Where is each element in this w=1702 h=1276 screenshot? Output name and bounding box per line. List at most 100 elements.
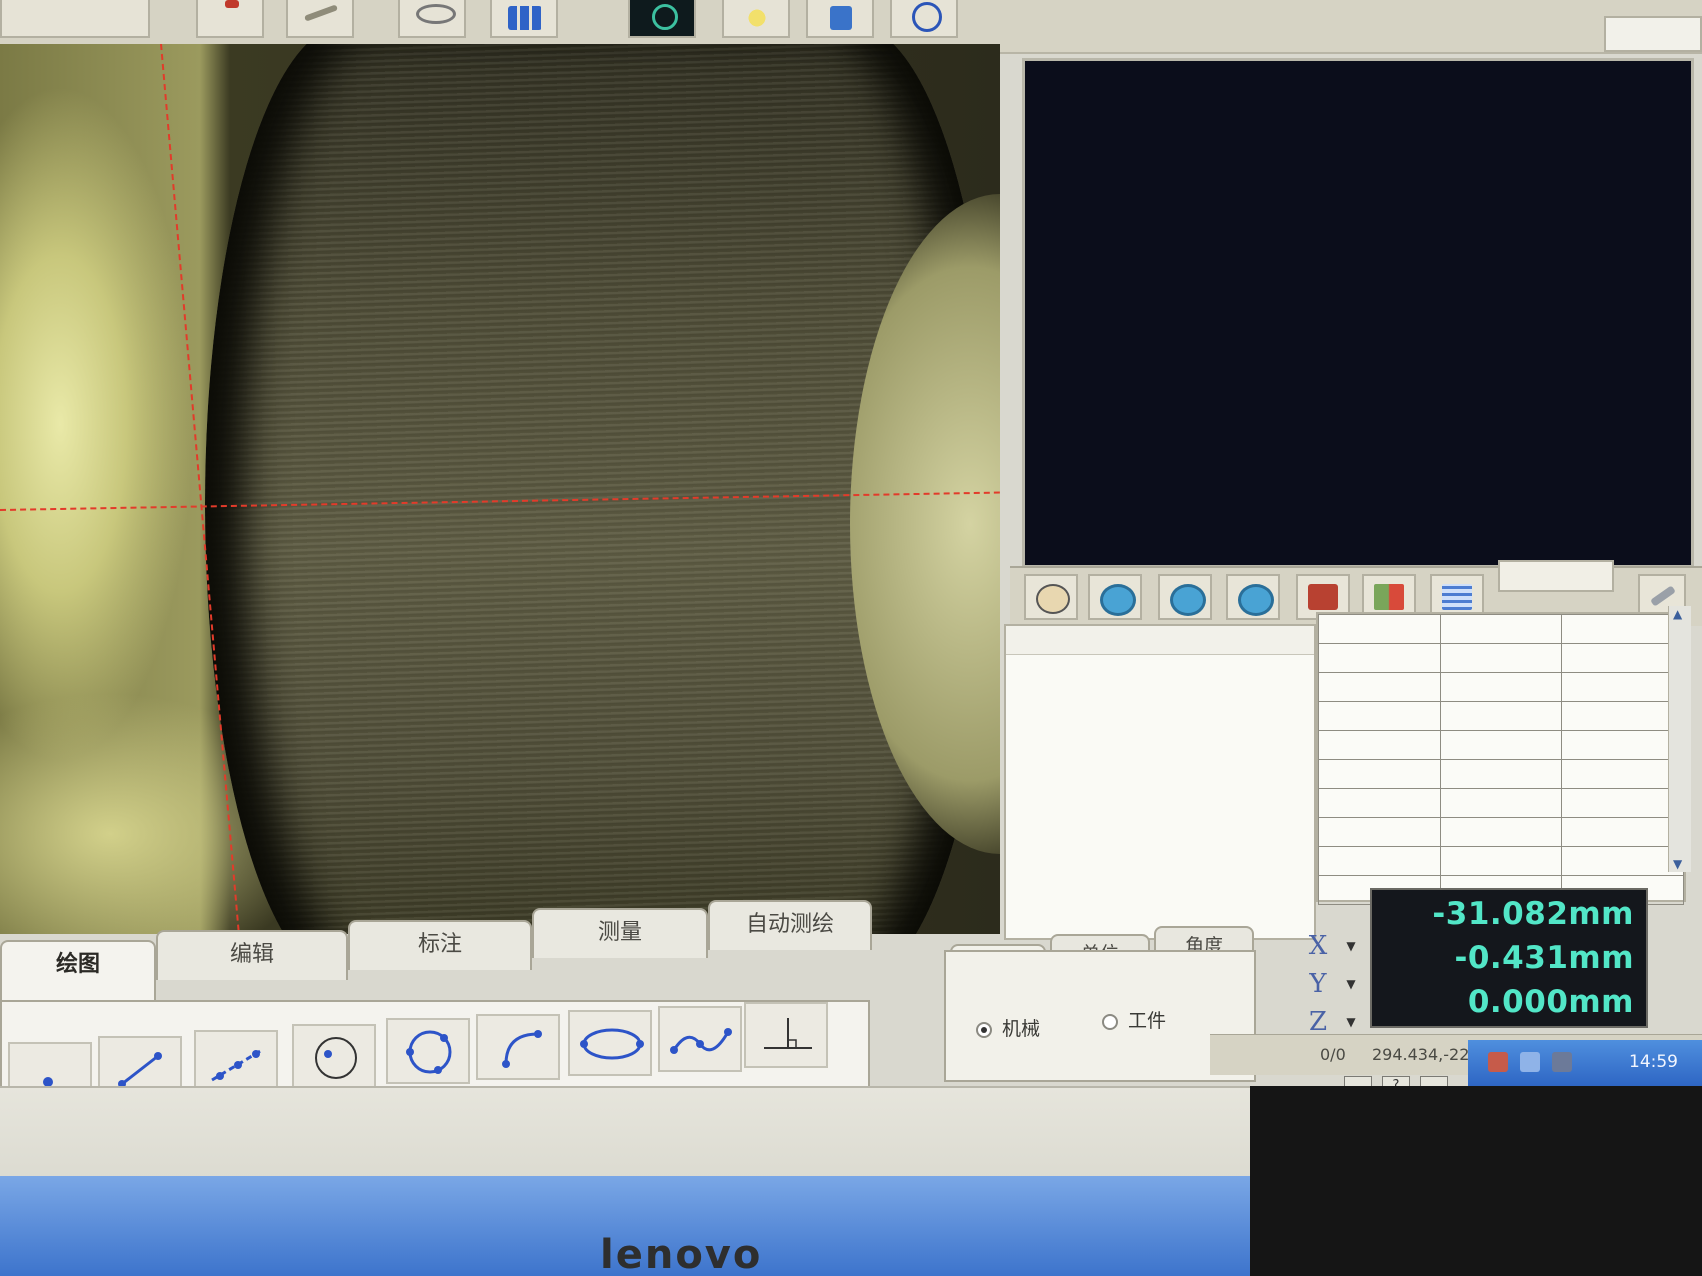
status-count: 0/0 (1320, 1045, 1346, 1064)
table-cell[interactable] (1439, 643, 1563, 673)
grid-view-button[interactable] (490, 0, 558, 38)
table-cell[interactable] (1439, 817, 1563, 847)
hand-pan-button[interactable] (1024, 574, 1078, 620)
table-cell[interactable] (1561, 643, 1684, 673)
hand-pan-icon (1036, 584, 1070, 614)
drawing-tabs: 绘图 编辑 标注 测量 自动测绘 (0, 900, 880, 1004)
axis-x-dropdown-icon[interactable]: ▼ (1344, 928, 1358, 964)
table-row[interactable] (1318, 846, 1684, 876)
table-cell[interactable] (1439, 846, 1563, 876)
radio-workpiece-dot[interactable] (1102, 1013, 1118, 1030)
readout-x-value: -31.082mm (1432, 896, 1634, 932)
table-cell[interactable] (1318, 614, 1441, 644)
camera-view[interactable] (0, 44, 1000, 934)
table-cell[interactable] (1561, 614, 1684, 644)
table-cell[interactable] (1318, 701, 1441, 731)
tool-red-icon (225, 0, 239, 8)
radio-machine-dot[interactable] (976, 1021, 992, 1038)
camera-capture-button[interactable] (628, 0, 696, 38)
network-icon[interactable] (1488, 1052, 1508, 1072)
ellipse-tool-button[interactable] (568, 1010, 652, 1076)
table-cell[interactable] (1318, 759, 1441, 789)
table-row[interactable] (1318, 788, 1684, 818)
perpendicular-tool-icon (764, 1018, 812, 1049)
table-cell[interactable] (1439, 730, 1563, 760)
volume-icon[interactable] (1552, 1052, 1572, 1072)
table-cell[interactable] (1439, 701, 1563, 731)
table-cell[interactable] (1561, 759, 1684, 789)
arc-tool-button[interactable] (476, 1014, 560, 1080)
table-cell[interactable] (1318, 643, 1441, 673)
tray-app-icon[interactable] (1520, 1052, 1540, 1072)
pen-tool-icon (303, 4, 339, 22)
table-cell[interactable] (1561, 672, 1684, 702)
radio-machine[interactable]: 机械 (976, 1014, 1040, 1041)
tool-red-button[interactable] (196, 0, 264, 38)
book-icon (1308, 584, 1338, 610)
table-cell[interactable] (1318, 672, 1441, 702)
table-cell[interactable] (1318, 788, 1441, 818)
cylinder-button[interactable] (398, 0, 466, 38)
table-cell[interactable] (1318, 846, 1441, 876)
camera-capture-icon (652, 4, 678, 30)
radio-workpiece[interactable]: 工件 (1102, 1006, 1166, 1033)
results-table[interactable] (1316, 612, 1686, 905)
readout-y-value: -0.431mm (1454, 940, 1634, 976)
zoom-in-icon (1100, 584, 1136, 616)
table-row[interactable] (1318, 730, 1684, 760)
clock: 14:59 (1629, 1052, 1678, 1072)
table-cell[interactable] (1561, 846, 1684, 876)
grid-view-icon (508, 6, 542, 30)
axis-label-x[interactable]: X (1300, 928, 1336, 964)
edit-report-button[interactable] (806, 0, 874, 38)
toolbar-field[interactable] (1604, 16, 1702, 52)
table-cell[interactable] (1439, 759, 1563, 789)
probe-target-button[interactable] (890, 0, 958, 38)
tab-measure[interactable]: 测量 (532, 908, 708, 958)
table-row[interactable] (1318, 701, 1684, 731)
table-cell[interactable] (1318, 730, 1441, 760)
table-row[interactable] (1318, 643, 1684, 673)
table-cell[interactable] (1439, 614, 1563, 644)
tab-edit[interactable]: 编辑 (156, 930, 348, 980)
circle-center-tool-icon (315, 1037, 357, 1079)
zoom-fit-button[interactable] (1226, 574, 1280, 620)
table-row[interactable] (1318, 817, 1684, 847)
element-list[interactable] (1004, 624, 1316, 940)
spline-tool-button[interactable] (658, 1006, 742, 1072)
table-row[interactable] (1318, 614, 1684, 644)
scroll-down-icon[interactable]: ▼ (1673, 858, 1685, 870)
readout-z-value: 0.000mm (1467, 984, 1634, 1020)
table-row[interactable] (1318, 759, 1684, 789)
table-cell[interactable] (1439, 788, 1563, 818)
numbered-grid-icon (1374, 584, 1404, 610)
toolbar-button-left[interactable] (0, 0, 150, 38)
table-cell[interactable] (1561, 817, 1684, 847)
axis-y-dropdown-icon[interactable]: ▼ (1344, 966, 1358, 1002)
table-row[interactable] (1318, 672, 1684, 702)
wrench-tool-icon (1650, 585, 1676, 607)
table-cell[interactable] (1561, 788, 1684, 818)
table-cell[interactable] (1561, 701, 1684, 731)
view-field[interactable] (1498, 560, 1614, 592)
table-cell[interactable] (1318, 817, 1441, 847)
tab-auto-measure[interactable]: 自动测绘 (708, 900, 872, 950)
pen-tool-button[interactable] (286, 0, 354, 38)
perpendicular-tool-button[interactable] (744, 1002, 828, 1068)
circle-points-tool-button[interactable] (386, 1018, 470, 1084)
tab-draw[interactable]: 绘图 (0, 940, 156, 1002)
circle-center-tool-button[interactable] (292, 1024, 376, 1090)
monitor-brand-logo: lenovo (600, 1232, 763, 1276)
results-scrollbar[interactable]: ▲ ▼ (1668, 606, 1691, 872)
scroll-up-icon[interactable]: ▲ (1673, 608, 1685, 620)
tab-annotate[interactable]: 标注 (348, 920, 532, 970)
zoom-in-button[interactable] (1088, 574, 1142, 620)
graphics-view[interactable] (1022, 58, 1694, 568)
table-cell[interactable] (1439, 672, 1563, 702)
zoom-window-button[interactable] (1158, 574, 1212, 620)
light-bulb-button[interactable] (722, 0, 790, 38)
axis-label-y[interactable]: Y (1300, 966, 1336, 1002)
cylinder-icon (416, 4, 456, 24)
table-cell[interactable] (1561, 730, 1684, 760)
zoom-fit-icon (1238, 584, 1274, 616)
